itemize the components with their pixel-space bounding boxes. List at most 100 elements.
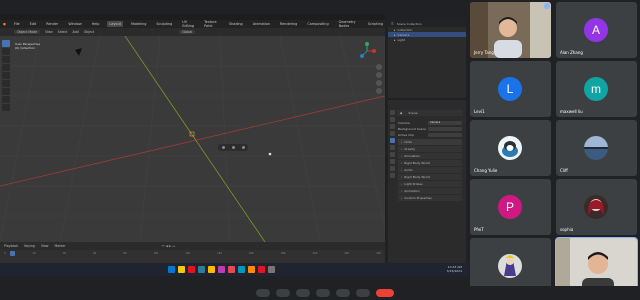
avatar: A: [584, 18, 608, 42]
participant-tile[interactable]: sophia: [556, 179, 637, 235]
3d-viewport[interactable]: [0, 36, 385, 242]
menu-keying[interactable]: Keying: [24, 244, 35, 248]
workspace-tab-layout[interactable]: Layout: [107, 21, 123, 27]
properties-tabs: [388, 110, 396, 230]
physics-tab-icon[interactable]: [389, 173, 395, 178]
participant-tile[interactable]: Jerry Tang: [470, 2, 551, 58]
object-tab-icon[interactable]: [389, 159, 395, 164]
mic-button[interactable]: [256, 289, 270, 297]
taskbar-app-icon[interactable]: [268, 266, 275, 273]
add-cube-tool-icon[interactable]: [2, 104, 10, 111]
rotate-tool-icon[interactable]: [2, 64, 10, 71]
collection-tab-icon[interactable]: [389, 152, 395, 157]
modifier-tab-icon[interactable]: [389, 166, 395, 171]
world-tab-icon[interactable]: [389, 145, 395, 150]
taskbar-app-icon[interactable]: [168, 266, 175, 273]
navigation-gizmo[interactable]: [358, 42, 376, 60]
participant-tile[interactable]: P PfeiT: [470, 179, 551, 235]
panel-rigid-body-world[interactable]: › Rigid Body World: [398, 160, 462, 166]
taskbar-app-icon[interactable]: [198, 266, 205, 273]
menu-edit[interactable]: Edit: [28, 21, 39, 27]
tool-tab-icon[interactable]: [389, 110, 395, 115]
participant-tile[interactable]: A Alan Zhang: [556, 2, 637, 58]
playback-controls-icon[interactable]: ⏮ ◀ ▶ ⏭: [162, 244, 176, 248]
active-clip-select[interactable]: [428, 133, 462, 137]
menu-render[interactable]: Render: [44, 21, 60, 27]
menu-file[interactable]: File: [12, 21, 22, 27]
menu-add[interactable]: Add: [73, 30, 79, 34]
taskbar-app-icon[interactable]: [258, 266, 265, 273]
workspace-tab-shading[interactable]: Shading: [227, 21, 245, 27]
panel-light-probes[interactable]: › Light Probes: [398, 181, 462, 187]
more-options-button[interactable]: [356, 289, 370, 297]
menu-window[interactable]: Window: [66, 21, 83, 27]
taskbar-app-icon[interactable]: [178, 266, 185, 273]
menu-view[interactable]: View: [41, 244, 49, 248]
select-tool-icon[interactable]: [2, 40, 10, 47]
background-scene-select[interactable]: [428, 127, 462, 131]
floating-toolbar[interactable]: [218, 144, 248, 151]
transform-orientation[interactable]: Global: [179, 30, 196, 34]
view-layer-tab-icon[interactable]: [389, 131, 395, 136]
captions-button[interactable]: [296, 289, 310, 297]
render-tab-icon[interactable]: [389, 117, 395, 122]
workspace-tab-scripting[interactable]: Scripting: [366, 21, 385, 27]
menu-select[interactable]: Select: [58, 30, 68, 34]
present-button[interactable]: [336, 289, 350, 297]
pan-icon[interactable]: [376, 72, 382, 78]
leave-call-button[interactable]: [376, 289, 394, 297]
timeline[interactable]: 0 20 40 60 80 100 120 140 160 180 200 22…: [0, 250, 385, 264]
workspace-tab-sculpting[interactable]: Sculpting: [154, 21, 174, 27]
scene-tab-icon[interactable]: [389, 138, 395, 143]
panel-custom-properties[interactable]: › Custom Properties: [398, 195, 462, 201]
panel-gravity[interactable]: › Gravity: [398, 146, 462, 152]
menu-view[interactable]: View: [45, 30, 53, 34]
scale-tool-icon[interactable]: [2, 72, 10, 79]
move-tool-icon[interactable]: [2, 56, 10, 63]
system-tray[interactable]: 10:43 AM 3/15/2024: [447, 265, 462, 273]
zoom-icon[interactable]: [376, 64, 382, 70]
panel-rigid-body[interactable]: › Rigid Body World: [398, 174, 462, 180]
panel-animation[interactable]: › Animation: [398, 188, 462, 194]
frame-label: 200: [312, 252, 318, 255]
output-tab-icon[interactable]: [389, 124, 395, 129]
annotate-tool-icon[interactable]: [2, 88, 10, 95]
menu-marker[interactable]: Marker: [55, 244, 66, 248]
menu-object[interactable]: Object: [84, 30, 94, 34]
participant-tile[interactable]: Cliff: [556, 120, 637, 176]
taskbar-app-icon[interactable]: [188, 266, 195, 273]
cursor-tool-icon[interactable]: [2, 48, 10, 55]
outliner-row[interactable]: ▸ Light: [388, 37, 466, 42]
playhead[interactable]: [10, 251, 15, 256]
workspace-tab-modeling[interactable]: Modeling: [129, 21, 148, 27]
taskbar-app-icon[interactable]: [248, 266, 255, 273]
chevron-right-icon: ›: [401, 182, 403, 186]
panel-units[interactable]: › Units: [398, 139, 462, 145]
collection-icon: ▸: [394, 27, 396, 32]
frame-label: 120: [185, 252, 191, 255]
measure-tool-icon[interactable]: [2, 96, 10, 103]
participant-tile[interactable]: Chang Yulie: [470, 120, 551, 176]
transform-tool-icon[interactable]: [2, 80, 10, 87]
camera-select[interactable]: Camera: [428, 121, 462, 125]
taskbar-app-icon[interactable]: [208, 266, 215, 273]
workspace-tab-compositing[interactable]: Compositing: [305, 21, 330, 27]
blender-logo-icon[interactable]: ●: [3, 22, 6, 26]
taskbar-app-icon[interactable]: [218, 266, 225, 273]
camera-view-icon[interactable]: [376, 80, 382, 86]
participant-tile[interactable]: m maxwell liu: [556, 61, 637, 117]
workspace-tab-animation[interactable]: Animation: [251, 21, 272, 27]
taskbar-app-icon[interactable]: [238, 266, 245, 273]
raise-hand-button[interactable]: [316, 289, 330, 297]
menu-help[interactable]: Help: [90, 21, 102, 27]
workspace-tab-rendering[interactable]: Rendering: [278, 21, 299, 27]
menu-playback[interactable]: Playback: [4, 244, 18, 248]
panel-audio[interactable]: › Audio: [398, 167, 462, 173]
participant-tile[interactable]: L Levi1: [470, 61, 551, 117]
avatar: P: [498, 195, 522, 219]
mode-select[interactable]: Object Mode: [14, 30, 41, 34]
taskbar-app-icon[interactable]: [228, 266, 235, 273]
panel-simulation[interactable]: › Simulation: [398, 153, 462, 159]
camera-button[interactable]: [276, 289, 290, 297]
perspective-toggle-icon[interactable]: [376, 88, 382, 94]
